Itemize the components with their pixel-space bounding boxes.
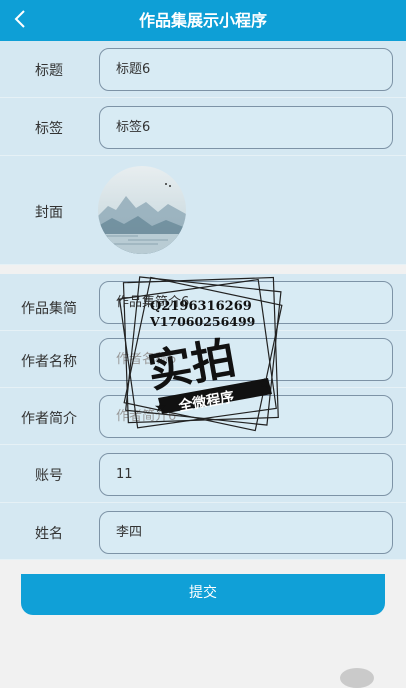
page-title: 作品集展示小程序 [138, 11, 267, 30]
floating-button[interactable] [340, 668, 374, 688]
submit-button[interactable]: 提交 [21, 574, 385, 615]
intro-input[interactable]: 作品集简介6 [99, 281, 393, 324]
name-input[interactable]: 李四 [99, 511, 393, 554]
tags-label: 标签 [35, 121, 63, 137]
tags-input[interactable]: 标签6 [99, 106, 393, 149]
name-label: 姓名 [35, 526, 63, 542]
author-intro-label: 作者简介 [21, 411, 77, 427]
top-bar: 作品集展示小程序 [0, 0, 406, 41]
form-row-author-intro: 作者简介 作者简介6 [0, 388, 406, 445]
form-row-title: 标题 标题6 [0, 41, 406, 98]
title-input[interactable]: 标题6 [99, 48, 393, 91]
form-row-intro: 作品集简 介 作品集简介6 [0, 274, 406, 347]
account-input[interactable]: 11 [99, 453, 393, 496]
form-row-name: 姓名 李四 [0, 503, 406, 560]
intro-label-line1: 作品集简 [21, 301, 77, 317]
form-row-cover: 封面 [0, 156, 406, 265]
author-input[interactable]: 作者名称6 [99, 338, 393, 381]
form-row-account: 账号 11 [0, 445, 406, 503]
form-row-author: 作者名称 作者名称6 [0, 331, 406, 388]
cover-label: 封面 [35, 205, 63, 221]
title-label: 标题 [35, 63, 63, 79]
account-label: 账号 [35, 468, 63, 484]
author-intro-input[interactable]: 作者简介6 [99, 395, 393, 438]
author-label: 作者名称 [21, 354, 77, 370]
cover-image[interactable] [98, 166, 186, 254]
form-row-tags: 标签 标签6 [0, 98, 406, 156]
